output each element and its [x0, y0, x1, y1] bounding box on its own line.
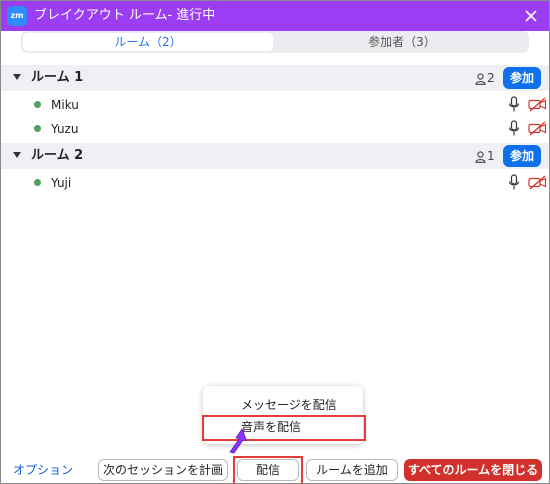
highlight-box-audio	[202, 415, 366, 441]
tab-bar: ルーム（2） 参加者（3）	[21, 31, 529, 53]
room-name: ルーム 1	[31, 70, 84, 85]
microphone-icon	[508, 174, 520, 195]
room-participant-count: 1	[475, 147, 495, 165]
room-name: ルーム 2	[31, 148, 84, 163]
broadcast-message-label: メッセージを配信	[241, 398, 337, 412]
member-row: Yuji	[1, 171, 549, 195]
room-header-1[interactable]: ルーム 1 2 参加	[1, 65, 549, 91]
person-icon	[475, 150, 486, 163]
join-room-button[interactable]: 参加	[503, 145, 541, 167]
online-status-dot	[34, 125, 41, 132]
collapse-caret-icon[interactable]	[13, 152, 21, 158]
room-count-value: 1	[487, 149, 495, 163]
room-participant-count: 2	[475, 69, 495, 87]
member-name: Miku	[51, 98, 79, 112]
schedule-next-session-button[interactable]: 次のセッションを計画	[98, 459, 228, 481]
join-room-button[interactable]: 参加	[503, 67, 541, 89]
room-count-value: 2	[487, 71, 495, 85]
title-bar: zm ブレイクアウト ルーム- 進行中	[1, 1, 549, 31]
member-name: Yuji	[51, 176, 72, 190]
microphone-icon	[508, 96, 520, 117]
member-name: Yuzu	[51, 122, 79, 136]
camera-off-icon	[528, 121, 547, 140]
tab-rooms[interactable]: ルーム（2）	[23, 33, 273, 51]
microphone-icon	[508, 120, 520, 141]
zoom-app-icon: zm	[7, 6, 27, 26]
online-status-dot	[34, 101, 41, 108]
camera-off-icon	[528, 97, 547, 116]
collapse-caret-icon[interactable]	[13, 74, 21, 80]
online-status-dot	[34, 179, 41, 186]
tab-participants[interactable]: 参加者（3）	[277, 33, 527, 51]
member-row: Yuzu	[1, 117, 549, 141]
options-link[interactable]: オプション	[13, 461, 73, 479]
broadcast-message-item[interactable]: メッセージを配信	[203, 394, 363, 416]
person-icon	[475, 72, 486, 85]
window-title: ブレイクアウト ルーム- 進行中	[34, 8, 216, 23]
add-room-button[interactable]: ルームを追加	[306, 459, 398, 481]
close-icon[interactable]	[521, 6, 541, 26]
member-row: Miku	[1, 93, 549, 117]
camera-off-icon	[528, 175, 547, 194]
broadcast-button[interactable]: 配信	[237, 459, 299, 481]
close-all-rooms-button[interactable]: すべてのルームを閉じる	[404, 459, 542, 481]
room-header-2[interactable]: ルーム 2 1 参加	[1, 143, 549, 169]
breakout-rooms-window: zm ブレイクアウト ルーム- 進行中 ルーム（2） 参加者（3） ルーム 1 …	[0, 0, 550, 484]
